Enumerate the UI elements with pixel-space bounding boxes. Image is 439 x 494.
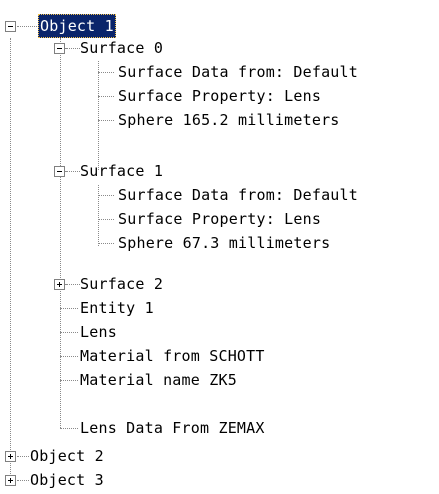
tree-node-label[interactable]: Object 3 [28, 468, 106, 492]
tree-node-label[interactable]: Object 2 [28, 444, 106, 468]
tree-node-object-3[interactable]: Object 3 [0, 468, 439, 492]
collapse-icon[interactable] [54, 166, 65, 177]
tree-leaf-lens[interactable]: Lens [0, 320, 439, 344]
tree-view: Object 1 Surface 0 Surface Data from: De… [0, 0, 439, 494]
tree-leaf-sphere[interactable]: Sphere 165.2 millimeters [0, 108, 439, 132]
tree-leaf-entity[interactable]: Entity 1 [0, 296, 439, 320]
tree-node-surface-1[interactable]: Surface 1 [0, 159, 439, 183]
tree-leaf-material-name[interactable]: Material name ZK5 [0, 368, 439, 392]
tree-leaf-surface-property[interactable]: Surface Property: Lens [0, 207, 439, 231]
collapse-icon[interactable] [5, 21, 16, 32]
tree-leaf-lens-data[interactable]: Lens Data From ZEMAX [0, 416, 439, 440]
collapse-icon[interactable] [54, 43, 65, 54]
expand-icon[interactable] [54, 279, 65, 290]
tree-node-label[interactable]: Lens Data From ZEMAX [78, 416, 267, 440]
tree-node-surface-2[interactable]: Surface 2 [0, 272, 439, 296]
expand-icon[interactable] [5, 451, 16, 462]
tree-leaf-surface-data[interactable]: Surface Data from: Default [0, 183, 439, 207]
tree-node-label[interactable]: Surface Property: Lens [116, 84, 323, 108]
tree-node-label[interactable]: Surface 1 [78, 159, 165, 183]
tree-node-label[interactable]: Object 1 [38, 14, 116, 38]
tree-node-surface-0[interactable]: Surface 0 [0, 36, 439, 60]
tree-leaf-surface-data[interactable]: Surface Data from: Default [0, 60, 439, 84]
tree-node-label[interactable]: Material name ZK5 [78, 368, 239, 392]
tree-node-label[interactable]: Surface Data from: Default [116, 60, 360, 84]
tree-leaf-material-source[interactable]: Material from SCHOTT [0, 344, 439, 368]
tree-leaf-surface-property[interactable]: Surface Property: Lens [0, 84, 439, 108]
tree-node-object-2[interactable]: Object 2 [0, 444, 439, 468]
tree-node-label[interactable]: Sphere 165.2 millimeters [116, 108, 342, 132]
tree-node-label[interactable]: Surface Data from: Default [116, 183, 360, 207]
tree-node-label[interactable]: Surface Property: Lens [116, 207, 323, 231]
tree-node-label[interactable]: Material from SCHOTT [78, 344, 267, 368]
expand-icon[interactable] [5, 475, 16, 486]
tree-node-label[interactable]: Surface 0 [78, 36, 165, 60]
tree-node-object-1[interactable]: Object 1 [0, 14, 439, 38]
tree-node-label[interactable]: Entity 1 [78, 296, 156, 320]
tree-leaf-sphere[interactable]: Sphere 67.3 millimeters [0, 231, 439, 255]
tree-node-label[interactable]: Sphere 67.3 millimeters [116, 231, 332, 255]
tree-node-label[interactable]: Lens [78, 320, 119, 344]
tree-node-label[interactable]: Surface 2 [78, 272, 165, 296]
